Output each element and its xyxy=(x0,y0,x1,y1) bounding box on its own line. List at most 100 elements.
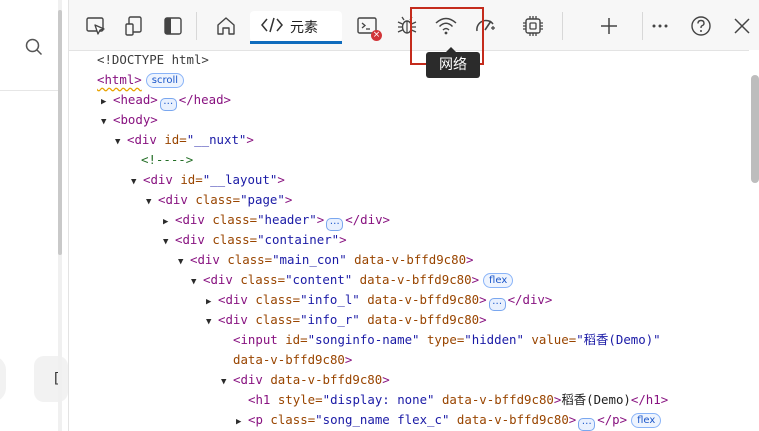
attr-value: "main_con" xyxy=(272,252,347,267)
dom-node-info-l[interactable]: ▶ <div class="info_l" data-v-bffd9c80>… </… xyxy=(206,290,553,312)
close-tag: </div> xyxy=(345,212,390,227)
collapse-arrow-icon[interactable]: ▼ xyxy=(178,252,190,272)
collapse-arrow-icon[interactable]: ▼ xyxy=(221,372,233,392)
add-tool-icon[interactable] xyxy=(594,11,624,41)
tag-end: > xyxy=(344,352,353,367)
attr-value: "song_name flex_c" xyxy=(315,412,450,427)
attr-value: "hidden" xyxy=(464,332,524,347)
page-bracket-button[interactable]: [ xyxy=(34,356,68,402)
collapse-arrow-icon[interactable]: ▼ xyxy=(163,232,175,252)
attr-name: style= xyxy=(277,392,323,407)
attr-name: id= xyxy=(164,132,187,147)
expand-arrow-icon[interactable]: ▶ xyxy=(206,292,218,312)
collapse-arrow-icon[interactable]: ▼ xyxy=(206,312,218,332)
attr-value: "page" xyxy=(240,192,285,207)
page-scrollbar-thumb[interactable] xyxy=(58,10,62,255)
dom-node-body[interactable]: ▼ <body> xyxy=(101,110,158,130)
tag-name: <div xyxy=(190,252,228,267)
tab-elements[interactable]: 元素 xyxy=(250,11,342,44)
collapse-arrow-icon[interactable]: ▼ xyxy=(146,192,158,212)
collapsed-ellipsis-icon[interactable]: … xyxy=(159,97,177,111)
doctype-text: <!DOCTYPE html> xyxy=(97,52,209,67)
memory-chip-icon[interactable] xyxy=(518,11,548,41)
attr-value: "display: none" xyxy=(322,392,435,407)
expand-arrow-icon[interactable]: ▶ xyxy=(101,92,113,112)
expand-arrow-icon[interactable]: ▶ xyxy=(163,212,175,232)
home-icon[interactable] xyxy=(211,11,241,41)
attr-name: class= xyxy=(255,292,301,307)
html-open-tag: <html> xyxy=(97,72,142,87)
dom-node-head[interactable]: ▶ <head>… </head> xyxy=(101,90,231,112)
dom-node-info-r[interactable]: ▼ <div class="info_r" data-v-bffd9c80> xyxy=(206,310,487,330)
devtools-panel: 元素 × 网络 <!DOCTYPE html> <html> scroll ▶ … xyxy=(68,0,759,431)
tag-end: > xyxy=(568,412,577,427)
toolbar-separator xyxy=(642,12,643,40)
dom-node-container[interactable]: ▼ <div class="container"> xyxy=(163,230,347,250)
dom-tree-scrollbar-thumb[interactable] xyxy=(751,75,759,183)
more-icon[interactable] xyxy=(645,11,675,41)
flex-badge[interactable]: flex xyxy=(483,273,514,288)
attr-name: data-v-bffd9c80 xyxy=(352,272,472,287)
dom-node-input[interactable]: <input id="songinfo-name" type="hidden" … xyxy=(233,330,661,350)
dom-node-comment[interactable]: <!----> xyxy=(141,150,193,170)
tag-name: <p xyxy=(248,412,271,427)
device-emulation-icon[interactable] xyxy=(119,11,149,41)
collapsed-ellipsis-icon[interactable]: … xyxy=(488,297,506,311)
inspect-icon[interactable] xyxy=(81,11,111,41)
toolbar-separator xyxy=(562,12,563,40)
attr-name: data-v-bffd9c80 xyxy=(359,312,480,327)
tag-name: <div xyxy=(203,272,241,287)
dom-node-h1[interactable]: <h1 style="display: none" data-v-bffd9c8… xyxy=(248,390,668,410)
tag-end: > xyxy=(382,372,390,387)
collapse-arrow-icon[interactable]: ▼ xyxy=(101,112,113,132)
scroll-badge[interactable]: scroll xyxy=(145,73,185,88)
dom-node-content[interactable]: ▼ <div class="content" data-v-bffd9c80> fl… xyxy=(191,270,514,292)
attr-name: value= xyxy=(523,332,577,347)
collapse-arrow-icon[interactable]: ▼ xyxy=(191,272,203,292)
help-icon[interactable] xyxy=(686,11,716,41)
sidebar-toggle-icon[interactable] xyxy=(158,11,188,41)
attr-name: data-v-bffd9c80 xyxy=(233,352,345,367)
dom-node-nuxt[interactable]: ▼ <div id="__nuxt"> xyxy=(115,130,254,150)
tag-end: > xyxy=(479,292,487,307)
dom-node-doctype[interactable]: <!DOCTYPE html> xyxy=(97,50,209,70)
collapsed-ellipsis-icon[interactable]: … xyxy=(578,417,596,431)
dom-node-page[interactable]: ▼ <div class="page"> xyxy=(146,190,292,210)
close-tag: </div> xyxy=(507,292,553,307)
text-node: 稻香(Demo) xyxy=(561,392,631,407)
tag-end: > xyxy=(339,232,347,247)
tag-name: <div xyxy=(175,232,213,247)
body-open-tag: <body> xyxy=(113,112,158,127)
dom-node-div-data-v[interactable]: ▼ <div data-v-bffd9c80> xyxy=(221,370,390,390)
dom-node-header[interactable]: ▶ <div class="header">… </div> xyxy=(163,210,390,232)
close-icon[interactable] xyxy=(727,11,757,41)
attr-value: "container" xyxy=(257,232,340,247)
tag-end: > xyxy=(246,132,254,147)
comment-text: <!----> xyxy=(141,152,194,167)
tag-end: > xyxy=(316,212,325,227)
search-icon[interactable] xyxy=(25,38,43,60)
console-icon[interactable]: × xyxy=(353,11,383,41)
dom-tree: <!DOCTYPE html> <html> scroll ▶ <head>… </h… xyxy=(69,50,749,431)
attr-name: data-v-bffd9c80 xyxy=(270,372,383,387)
tab-elements-label: 元素 xyxy=(290,19,318,36)
dom-node-html[interactable]: <html> scroll xyxy=(97,70,185,90)
page-round-button[interactable] xyxy=(0,356,6,402)
attr-value: "info_l" xyxy=(300,292,360,307)
flex-badge[interactable]: flex xyxy=(631,413,662,428)
collapse-arrow-icon[interactable]: ▼ xyxy=(115,132,127,152)
tag-name: <div xyxy=(233,372,271,387)
dom-node-main-con[interactable]: ▼ <div class="main_con" data-v-bffd9c80> xyxy=(178,250,474,270)
head-open-tag: <head> xyxy=(113,92,158,107)
dom-tree-scrollbar[interactable] xyxy=(749,50,759,431)
attr-value: "info_r" xyxy=(300,312,360,327)
active-tab-indicator xyxy=(250,41,342,44)
dom-node-p-song-name[interactable]: ▶ <p class="song_name flex_c" data-v-bffd… xyxy=(236,410,662,431)
tag-name: <div xyxy=(218,312,256,327)
dom-node-layout[interactable]: ▼ <div id="__layout"> xyxy=(131,170,285,190)
expand-arrow-icon[interactable]: ▶ xyxy=(236,412,248,431)
page-scrollbar[interactable] xyxy=(58,0,62,431)
collapse-arrow-icon[interactable]: ▼ xyxy=(131,172,143,192)
dom-node-input-continued[interactable]: data-v-bffd9c80> xyxy=(233,350,352,370)
tag-name: <input xyxy=(233,332,286,347)
